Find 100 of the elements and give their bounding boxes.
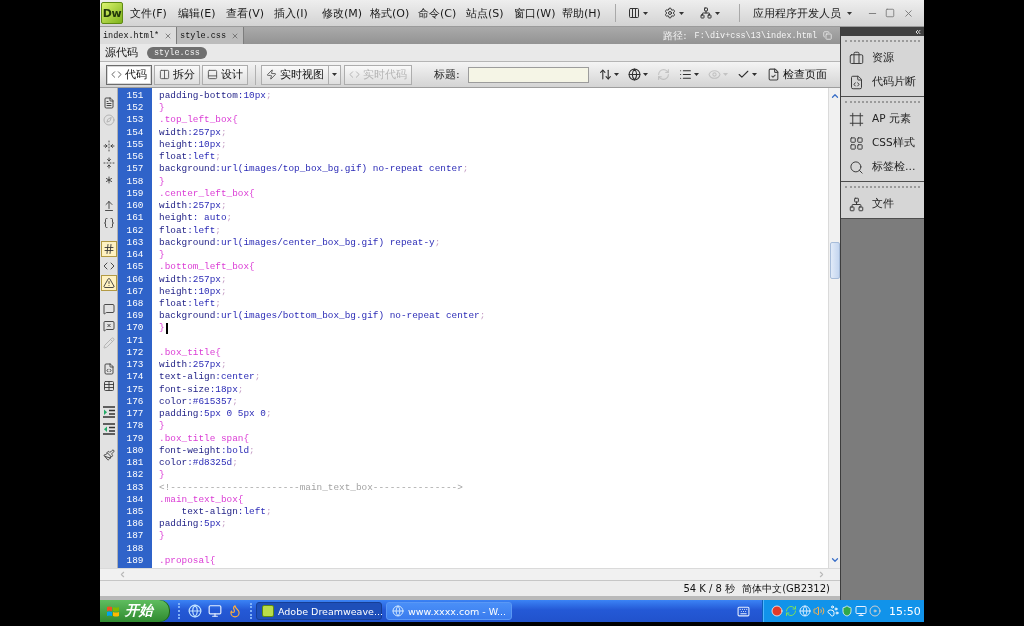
path-text: F:\div+css\13\index.html (694, 30, 817, 41)
keyboard-button[interactable] (737, 604, 750, 618)
quick-launch-button[interactable] (208, 604, 222, 618)
quick-launch-button[interactable] (188, 604, 202, 618)
line-number: 187 (125, 530, 145, 543)
panel-tab[interactable]: 文件 (841, 192, 924, 216)
line-number: 166 (125, 273, 145, 286)
workspace-switcher[interactable]: 应用程序开发人员 (749, 3, 856, 23)
code-line: background:url(images/top_box_bg.gif) no-repeat center; (159, 163, 469, 176)
view-button[interactable]: 设计 (202, 64, 248, 85)
tray-button[interactable] (855, 605, 867, 617)
toolbar-button[interactable] (100, 404, 117, 420)
toolbar-button[interactable] (100, 301, 117, 317)
panel-tab[interactable]: 代码片断 (841, 70, 924, 94)
menu-item[interactable]: 命令(C) (418, 5, 466, 21)
grip-handle[interactable] (845, 40, 920, 42)
globe-icon (799, 605, 811, 617)
menu-item[interactable]: 编辑(E) (178, 5, 226, 21)
app-logo: Dw (101, 2, 123, 24)
scroll-up-icon[interactable] (829, 91, 840, 101)
scroll-down-icon[interactable] (829, 555, 840, 565)
menu-item[interactable]: 站点(S) (466, 5, 514, 21)
code-line: height:10px; (159, 138, 227, 152)
line-number: 171 (125, 334, 145, 347)
columns-icon (628, 7, 640, 19)
outdent-icon (102, 423, 115, 435)
code-line: height:10px; (159, 285, 227, 298)
quick-launch-button[interactable] (228, 604, 242, 618)
live-view-dropdown[interactable] (329, 64, 341, 85)
tray-button[interactable] (785, 605, 797, 617)
title-label: 标题: (434, 67, 460, 82)
code-line: <!-----------------------main_text_box---------------> (159, 481, 463, 494)
taskbar-button[interactable]: www.xxxx.com - W... (386, 602, 512, 620)
toolbar-button[interactable] (100, 241, 117, 257)
view-button[interactable]: 代码 (106, 64, 152, 85)
menu-item[interactable]: 查看(V) (226, 5, 274, 21)
grip-handle[interactable] (845, 101, 920, 103)
caret-icon (643, 11, 648, 15)
clock-text: 15:50 (889, 604, 921, 618)
toolbar-button[interactable] (100, 318, 117, 334)
warning-icon (102, 277, 115, 289)
code-icon (349, 69, 360, 80)
menu-item[interactable]: 修改(M) (322, 5, 370, 21)
globe-icon (392, 605, 404, 617)
line-number: 188 (125, 542, 145, 555)
panel-tab[interactable]: CSS样式 (841, 131, 924, 155)
panel-tab[interactable]: AP 元素 (841, 107, 924, 131)
code-line: font-size:18px; (159, 383, 244, 396)
code-line: } (159, 175, 165, 188)
line-number: 173 (125, 359, 145, 372)
close-icon[interactable] (231, 31, 240, 40)
related-file-link[interactable]: style.css (147, 46, 207, 59)
close-icon[interactable] (164, 31, 173, 40)
menu-item[interactable]: 插入(I) (274, 5, 322, 21)
search-icon (849, 159, 864, 175)
line-number: 189 (125, 554, 145, 568)
line-number: 154 (125, 126, 145, 139)
lightning-icon (266, 69, 277, 80)
speaker-icon (813, 605, 825, 617)
code-line: .bottom_left_box{ (159, 261, 255, 274)
caret-icon (847, 11, 852, 15)
brush-icon (102, 449, 115, 461)
title-field[interactable] (467, 66, 589, 83)
tray-button[interactable] (827, 605, 839, 617)
code-line: .center_left_box{ (159, 187, 255, 201)
line-number: 174 (125, 371, 145, 384)
line-number: 185 (125, 505, 145, 519)
code-line: width:257px; (159, 273, 227, 286)
code-editor[interactable] (118, 88, 828, 568)
grip-handle[interactable] (845, 186, 920, 188)
briefcase-icon (849, 50, 864, 66)
tray-button[interactable] (799, 605, 811, 617)
menu-item[interactable]: 文件(F) (130, 5, 178, 21)
indent-icon (102, 406, 115, 418)
document-tab[interactable]: index.html* (100, 27, 178, 44)
collapse-icon[interactable] (914, 27, 922, 36)
related-file-link[interactable]: 源代码 (105, 45, 138, 60)
check-page-button[interactable]: 检查页面 (763, 65, 830, 84)
menu-item[interactable]: 帮助(H) (562, 5, 610, 21)
fold-horizontal-icon (102, 140, 115, 152)
caret-icon (693, 73, 699, 76)
taskbar-button[interactable]: Adobe Dreamweave... (256, 602, 382, 620)
vertical-scrollbar[interactable] (828, 88, 840, 568)
code-line: font-weight:bold; (159, 444, 255, 458)
code-line: width:257px; (159, 359, 227, 372)
panel-tab[interactable]: 标签检… (841, 155, 924, 179)
menu-item[interactable]: 格式(O) (370, 5, 418, 21)
table-icon (102, 380, 115, 392)
panel-tab[interactable]: 资源 (841, 46, 924, 70)
toolbar-button[interactable] (100, 275, 117, 291)
toolbar-button[interactable] (100, 421, 117, 437)
menu-item[interactable]: 窗口(W) (514, 5, 562, 21)
scrollbar-thumb[interactable] (829, 242, 840, 279)
live-view-button[interactable]: 实时视图 (261, 64, 329, 85)
maximize-icon (885, 8, 895, 18)
view-button[interactable]: 拆分 (154, 64, 200, 85)
site-button[interactable] (697, 5, 723, 21)
document-tab[interactable]: style.css (177, 27, 245, 44)
toolbar-button[interactable] (100, 447, 117, 463)
flag-icon (106, 604, 120, 618)
